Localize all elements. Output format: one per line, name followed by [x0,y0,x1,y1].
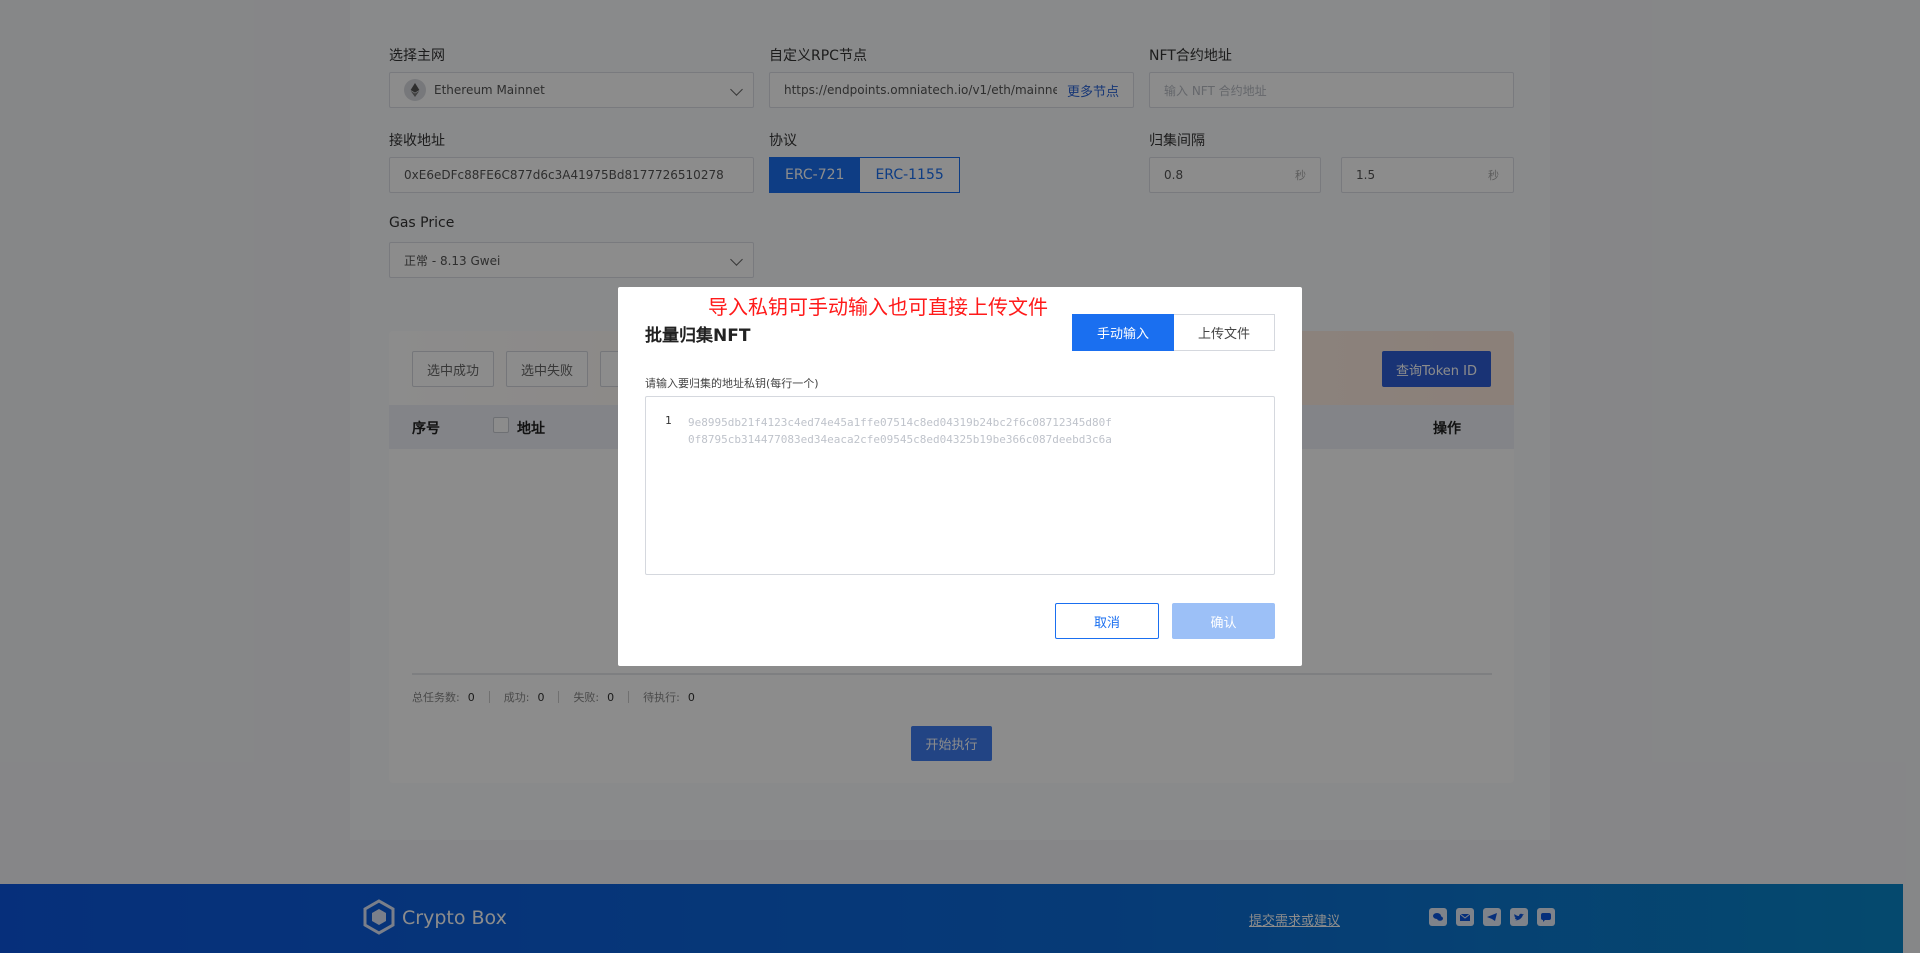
placeholder-line-1: 9e8995db21f4123c4ed74e45a1ffe07514c8ed04… [688,416,1112,429]
cancel-button[interactable]: 取消 [1055,603,1159,639]
confirm-button[interactable]: 确认 [1172,603,1275,639]
placeholder-line-2: 0f8795cb314477083ed34eaca2cfe09545c8ed04… [688,433,1112,446]
private-key-description: 请输入要归集的地址私钥(每行一个) [645,377,819,390]
tab-manual-input[interactable]: 手动输入 [1071,314,1174,351]
annotation-text: 导入私钥可手动输入也可直接上传文件 [708,295,1048,319]
input-mode-tabs: 手动输入 上传文件 [1071,314,1275,351]
editor-placeholder: 9e8995db21f4123c4ed74e45a1ffe07514c8ed04… [688,414,1112,448]
tab-upload-file[interactable]: 上传文件 [1173,314,1275,351]
batch-collect-modal: 导入私钥可手动输入也可直接上传文件 批量归集NFT 手动输入 上传文件 请输入要… [618,287,1302,666]
modal-title: 批量归集NFT [645,326,751,346]
line-number: 1 [665,414,672,427]
private-key-editor[interactable]: 1 9e8995db21f4123c4ed74e45a1ffe07514c8ed… [645,396,1275,575]
